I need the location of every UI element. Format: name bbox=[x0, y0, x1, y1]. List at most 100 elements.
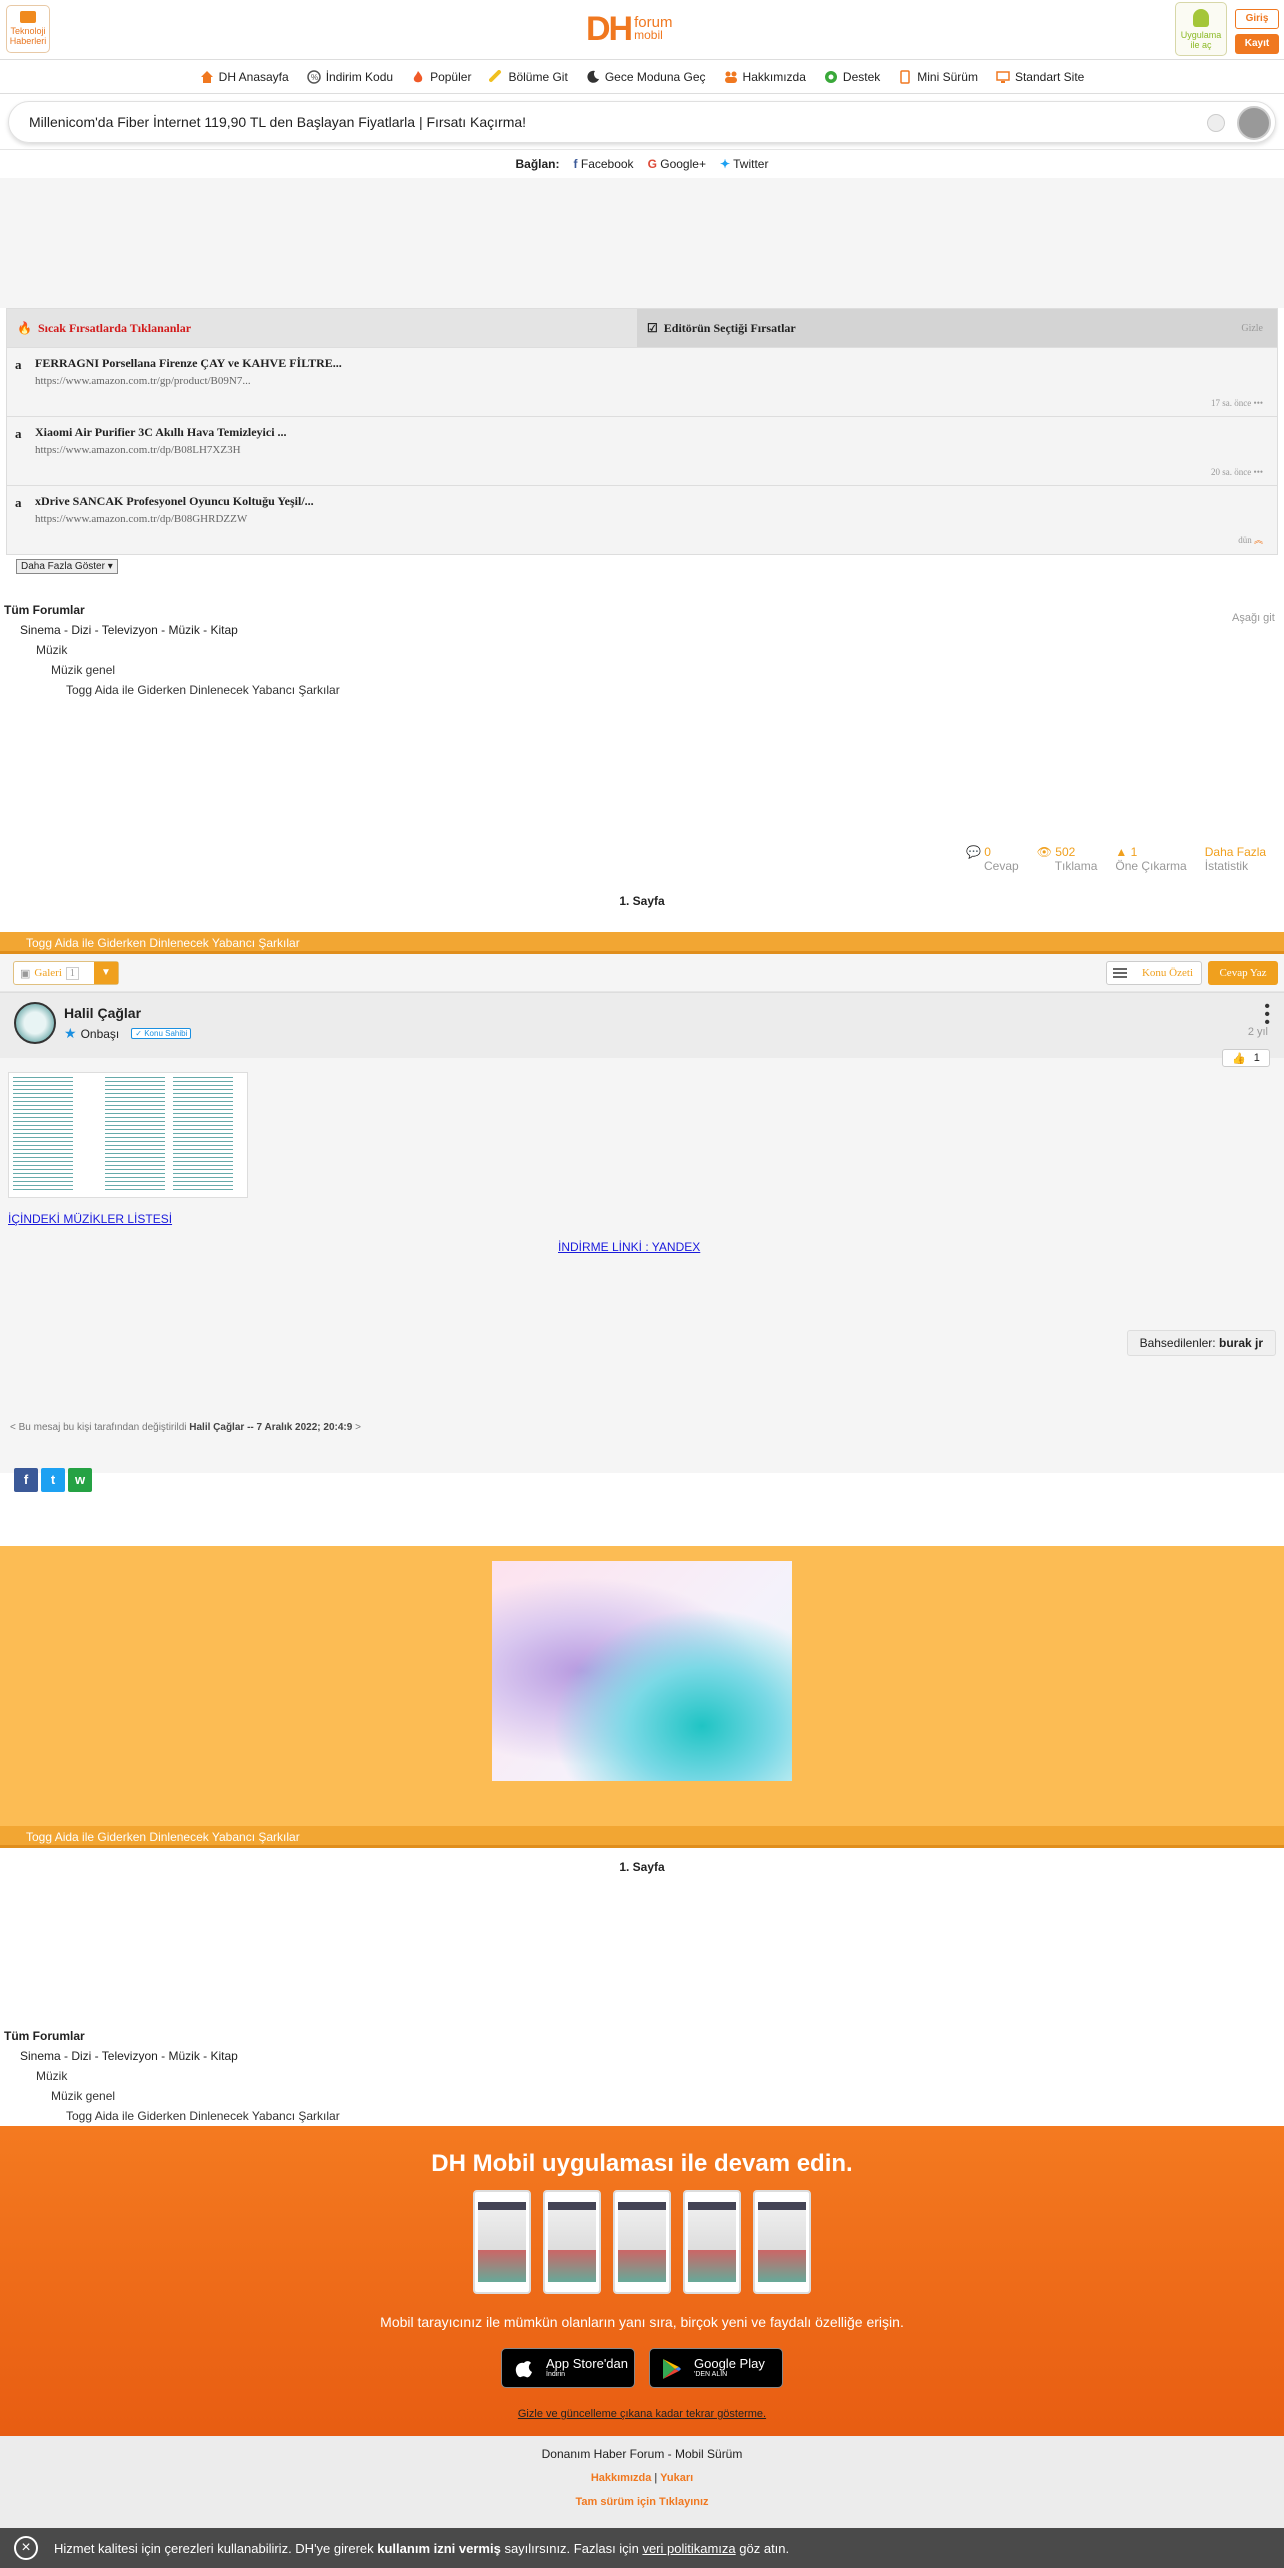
login-button[interactable]: Giriş bbox=[1235, 9, 1279, 29]
whatsapp-share-icon[interactable]: w bbox=[68, 1468, 92, 1492]
dh-forum-logo[interactable]: DH forum mobil bbox=[586, 12, 672, 46]
twitter-link[interactable]: ✦ Twitter bbox=[720, 157, 769, 171]
eye-icon: 👁 bbox=[1036, 845, 1052, 859]
nav-label: DH Anasayfa bbox=[218, 69, 289, 84]
more-icon[interactable]: ••• bbox=[1254, 398, 1263, 408]
replies-count: 0 bbox=[984, 845, 991, 859]
show-more-select[interactable]: Daha Fazla Göster ▾ bbox=[16, 559, 118, 574]
breadcrumb-music[interactable]: Müzik bbox=[4, 2066, 1280, 2086]
deal-item[interactable]: a FERRAGNI Porsellana Firenze ÇAY ve KAH… bbox=[7, 347, 1277, 416]
like-count: 1 bbox=[1253, 1052, 1260, 1064]
desktop-icon bbox=[996, 70, 1010, 83]
cookie-text-bold: kullanım izni vermiş bbox=[377, 2540, 501, 2556]
post-author[interactable]: Halil Çağlar bbox=[64, 1005, 141, 1021]
clicks-count: 502 bbox=[1055, 845, 1076, 859]
app-screenshot bbox=[613, 2190, 671, 2294]
amazon-icon: a bbox=[15, 426, 22, 441]
deal-url: https://www.amazon.com.tr/gp/product/B09… bbox=[35, 375, 251, 387]
reply-button[interactable]: Cevap Yaz bbox=[1208, 961, 1278, 985]
nav-item-mini[interactable]: Mini Sürüm bbox=[898, 70, 978, 84]
gallery-dropdown[interactable]: ▼ bbox=[94, 962, 118, 984]
gallery-count: 1 bbox=[65, 966, 79, 980]
home-icon bbox=[200, 70, 213, 83]
privacy-policy-link[interactable]: veri politikamıza bbox=[642, 2541, 735, 2556]
breadcrumb: Tüm Forumlar Sinema - Dizi - Televizyon … bbox=[0, 600, 1284, 700]
stat-more[interactable]: Daha Fazla İstatistik bbox=[1205, 845, 1266, 873]
app-promo: DH Mobil uygulaması ile devam edin. Mobi… bbox=[0, 2126, 1284, 2436]
app-label-1: Uygulama bbox=[1180, 30, 1222, 40]
breadcrumb-bottom: Tüm Forumlar Sinema - Dizi - Televizyon … bbox=[0, 2026, 1284, 2126]
tech-news-button[interactable]: Teknoloji Haberleri bbox=[6, 5, 50, 53]
deal-item[interactable]: a xDrive SANCAK Profesyonel Oyuncu Koltu… bbox=[7, 485, 1277, 554]
google-play-icon bbox=[663, 2359, 681, 2379]
nav-label: Bölüme Git bbox=[508, 69, 568, 84]
list-column bbox=[105, 1077, 165, 1193]
app-screenshot bbox=[473, 2190, 531, 2294]
music-list-link[interactable]: İÇİNDEKİ MÜZİKLER LİSTESİ bbox=[8, 1212, 172, 1226]
full-version-link[interactable]: Tam sürüm için Tıklayınız bbox=[0, 2490, 1284, 2514]
breadcrumb-topic[interactable]: Togg Aida ile Giderken Dinlenecek Yabanc… bbox=[4, 680, 1280, 700]
more-icon[interactable]: ••• bbox=[1254, 467, 1263, 477]
breadcrumb-topic[interactable]: Togg Aida ile Giderken Dinlenecek Yabanc… bbox=[4, 2106, 1280, 2126]
mentioned-user[interactable]: burak jr bbox=[1219, 1336, 1263, 1350]
topic-summary-button[interactable]: Konu Özeti bbox=[1106, 961, 1202, 985]
edit-note-user[interactable]: Halil Çağlar bbox=[189, 1422, 244, 1433]
tab-hot-deals[interactable]: 🔥 Sıcak Fırsatlarda Tıklananlar bbox=[7, 309, 637, 347]
facebook-share-icon[interactable]: f bbox=[14, 1468, 38, 1492]
facebook-link[interactable]: f Facebook bbox=[574, 157, 634, 171]
nav-label: Hakkımızda bbox=[742, 69, 806, 84]
nav-item-about[interactable]: Hakkımızda bbox=[724, 70, 806, 84]
mobile-icon bbox=[900, 69, 911, 84]
deal-title[interactable]: xDrive SANCAK Profesyonel Oyuncu Koltuğu… bbox=[35, 494, 1277, 509]
download-link[interactable]: İNDİRME LİNKİ : YANDEX bbox=[558, 1240, 700, 1254]
nav-item-popular[interactable]: Popüler bbox=[411, 70, 471, 84]
hide-deals-button[interactable]: Gizle bbox=[1241, 323, 1263, 334]
post-menu-icon[interactable]: • • • bbox=[1264, 999, 1270, 1031]
go-down-link[interactable]: Aşağı git bbox=[1232, 612, 1275, 624]
deal-item[interactable]: a Xiaomi Air Purifier 3C Akıllı Hava Tem… bbox=[7, 416, 1277, 485]
ad-image[interactable] bbox=[492, 1561, 792, 1781]
breadcrumb-music-general[interactable]: Müzik genel bbox=[4, 2086, 1280, 2106]
breadcrumb-all-forums[interactable]: Tüm Forumlar bbox=[4, 600, 1280, 620]
nav-item-night-mode[interactable]: Gece Moduna Geç bbox=[586, 70, 706, 84]
nav-item-support[interactable]: Destek bbox=[824, 70, 880, 84]
breadcrumb-music[interactable]: Müzik bbox=[4, 640, 1280, 660]
search-icon[interactable] bbox=[1237, 105, 1271, 140]
twitter-share-icon[interactable]: t bbox=[41, 1468, 65, 1492]
app-store-button[interactable]: App Store'dan İndirin bbox=[501, 2348, 635, 2388]
share-buttons: f t w bbox=[14, 1468, 92, 1492]
collapse-icon[interactable]: ︽ bbox=[1254, 535, 1263, 545]
search-input[interactable]: Millenicom'da Fiber İnternet 119,90 TL d… bbox=[8, 100, 1276, 143]
breadcrumb-category[interactable]: Sinema - Dizi - Televizyon - Müzik - Kit… bbox=[4, 2046, 1280, 2066]
deal-title[interactable]: Xiaomi Air Purifier 3C Akıllı Hava Temiz… bbox=[35, 425, 1277, 440]
close-icon[interactable]: × bbox=[14, 2536, 38, 2560]
tech-news-label-2: Haberleri bbox=[9, 36, 47, 46]
deal-title[interactable]: FERRAGNI Porsellana Firenze ÇAY ve KAHVE… bbox=[35, 356, 1277, 371]
nav-item-coupon[interactable]: % İndirim Kodu bbox=[306, 69, 393, 84]
menu-icon[interactable] bbox=[1207, 113, 1225, 132]
tab-editor-deals[interactable]: ☑ Editörün Seçtiği Fırsatlar Gizle bbox=[637, 309, 1277, 347]
nav-item-goto-section[interactable]: Bölüme Git bbox=[489, 69, 568, 84]
google-link[interactable]: G Google+ bbox=[648, 157, 706, 171]
chevron-down-icon: ▼ bbox=[101, 967, 111, 978]
hide-app-promo-link[interactable]: Gizle ve güncelleme çıkana kadar tekrar … bbox=[0, 2408, 1284, 2420]
footer-about-link[interactable]: Hakkımızda bbox=[591, 2472, 652, 2484]
google-play-button[interactable]: 'DEN ALIN Google Play bbox=[649, 2348, 783, 2388]
like-button[interactable]: 👍 1 bbox=[1222, 1049, 1270, 1067]
breadcrumb-category[interactable]: Sinema - Dizi - Televizyon - Müzik - Kit… bbox=[4, 620, 1280, 640]
music-list-image[interactable] bbox=[8, 1072, 248, 1198]
deals-box: 🔥 Sıcak Fırsatlarda Tıklananlar ☑ Editörün… bbox=[6, 308, 1278, 555]
gallery-label: Galeri bbox=[34, 967, 62, 979]
breadcrumb-music-general[interactable]: Müzik genel bbox=[4, 660, 1280, 680]
gallery-button[interactable]: ▣ Galeri 1 ▼ bbox=[13, 961, 119, 985]
avatar[interactable] bbox=[14, 1002, 56, 1044]
nav-item-home[interactable]: DH Anasayfa bbox=[200, 70, 289, 84]
nav-item-standard[interactable]: Standart Site bbox=[996, 70, 1084, 84]
ad-space bbox=[0, 178, 1284, 308]
register-button[interactable]: Kayıt bbox=[1235, 34, 1279, 54]
app-promo-title: DH Mobil uygulaması ile devam edin. bbox=[431, 2150, 853, 2177]
footer-up-link[interactable]: Yukarı bbox=[660, 2472, 693, 2484]
coupon-icon: % bbox=[306, 69, 321, 84]
open-in-app-button[interactable]: Uygulama ile aç bbox=[1175, 2, 1227, 56]
breadcrumb-all-forums[interactable]: Tüm Forumlar bbox=[4, 2026, 1280, 2046]
